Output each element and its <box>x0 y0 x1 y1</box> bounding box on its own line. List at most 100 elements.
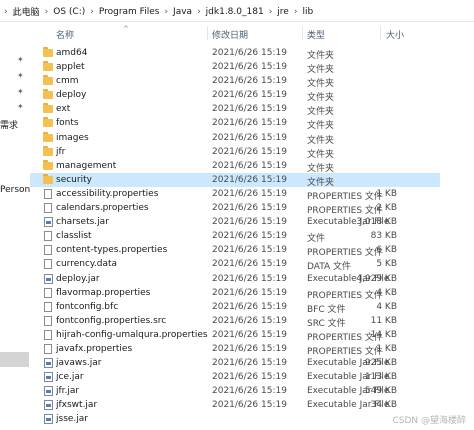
file-row[interactable]: management 2021/6/26 15:19 文件夹 <box>30 159 440 174</box>
file-type: PROPERTIES 文件 <box>307 290 383 301</box>
file-size: 3,018 KB <box>356 217 397 228</box>
file-row[interactable]: fonts 2021/6/26 15:19 文件夹 <box>30 116 440 131</box>
file-size: 11 KB <box>370 315 397 326</box>
file-size: 2 KB <box>376 203 397 214</box>
file-name: jfr.jar <box>56 386 80 397</box>
file-type: 文件夹 <box>307 65 335 76</box>
file-row[interactable]: jfr.jar 2021/6/26 15:19 Executable Jar Fil… <box>30 384 440 398</box>
file-name: jsse.jar <box>56 414 88 425</box>
breadcrumb-item-jdk[interactable]: jdk1.8.0_181 <box>206 7 264 17</box>
file-icon <box>44 315 52 326</box>
column-headers: ^ 名称 修改日期 类型 大小 <box>30 22 474 44</box>
chevron-right-icon[interactable]: › <box>90 7 94 17</box>
file-row[interactable]: content-types.properties 2021/6/26 15:19 P… <box>30 243 440 258</box>
column-divider[interactable] <box>207 26 208 40</box>
file-name: charsets.jar <box>56 217 109 228</box>
chevron-right-icon[interactable]: › <box>294 7 298 17</box>
file-date: 2021/6/26 15:19 <box>212 146 287 157</box>
file-type: BFC 文件 <box>307 304 346 315</box>
file-date: 2021/6/26 15:19 <box>212 245 287 256</box>
breadcrumb-item-jre[interactable]: jre <box>277 7 289 17</box>
folder-icon <box>43 131 53 142</box>
file-row[interactable]: fontconfig.bfc 2021/6/26 15:19 BFC 文件 4 KB <box>30 300 440 315</box>
sort-up-icon: ^ <box>123 25 129 33</box>
file-size: 83 KB <box>370 231 397 242</box>
file-row[interactable]: classlist 2021/6/26 15:19 文件 83 KB <box>30 229 440 244</box>
file-row[interactable]: jfxswt.jar 2021/6/26 15:19 Executable Jar … <box>30 398 440 412</box>
breadcrumb-item-this-pc[interactable]: 此电脑 <box>13 5 40 18</box>
chevron-right-icon[interactable]: › <box>45 7 49 17</box>
file-row[interactable]: amd64 2021/6/26 15:19 文件夹 <box>30 46 440 61</box>
file-row[interactable]: deploy.jar 2021/6/26 15:19 Executable Jar … <box>30 272 440 286</box>
folder-icon <box>43 159 53 170</box>
file-date: 2021/6/26 15:19 <box>212 386 287 397</box>
folder-icon <box>43 61 53 72</box>
column-header-type[interactable]: 类型 <box>307 28 325 41</box>
file-name: flavormap.properties <box>56 287 151 298</box>
file-row[interactable]: jfr 2021/6/26 15:19 文件夹 <box>30 145 440 160</box>
column-divider[interactable] <box>302 26 303 40</box>
file-name: javafx.properties <box>56 343 133 354</box>
file-row[interactable]: fontconfig.properties.src 2021/6/26 15:19… <box>30 314 440 329</box>
file-name: fontconfig.properties.src <box>56 315 167 326</box>
breadcrumb-item-drive[interactable]: OS (C:) <box>53 7 85 17</box>
file-type: 文件夹 <box>307 163 335 174</box>
chevron-right-icon[interactable]: › <box>269 7 273 17</box>
column-header-date[interactable]: 修改日期 <box>212 28 248 41</box>
file-date: 2021/6/26 15:19 <box>212 48 287 58</box>
file-name: currency.data <box>56 259 118 270</box>
file-name: fontconfig.bfc <box>56 301 119 312</box>
file-row[interactable]: cmm 2021/6/26 15:19 文件夹 <box>30 74 440 89</box>
pin-icon[interactable]: ✦ <box>17 72 25 80</box>
address-bar[interactable]: › 此电脑 › OS (C:) › Program Files › Java ›… <box>0 0 474 22</box>
file-row[interactable]: calendars.properties 2021/6/26 15:19 PROPE… <box>30 201 440 217</box>
nav-item-selected[interactable] <box>0 352 29 367</box>
file-row[interactable]: currency.data 2021/6/26 15:19 DATA 文件 5 KB <box>30 257 440 273</box>
file-name: ext <box>56 104 71 115</box>
breadcrumb-item-lib[interactable]: lib <box>302 7 313 17</box>
breadcrumb-item-program-files[interactable]: Program Files <box>99 7 160 17</box>
file-row[interactable]: javaws.jar 2021/6/26 15:19 Executable Jar … <box>30 356 440 370</box>
column-header-size[interactable]: 大小 <box>386 28 404 41</box>
chevron-right-icon: › <box>4 6 8 17</box>
file-date: 2021/6/26 15:19 <box>212 315 287 326</box>
file-type: DATA 文件 <box>307 262 352 273</box>
file-row[interactable]: ext 2021/6/26 15:19 文件夹 <box>30 102 440 117</box>
file-row[interactable]: flavormap.properties 2021/6/26 15:19 PROPE… <box>30 286 440 301</box>
jar-file-icon <box>44 358 53 369</box>
file-date: 2021/6/26 15:19 <box>212 273 287 284</box>
file-icon <box>44 245 52 256</box>
file-row[interactable]: jce.jar 2021/6/26 15:19 Executable Jar Fil… <box>30 370 440 384</box>
file-row[interactable]: images 2021/6/26 15:19 文件夹 <box>30 131 440 146</box>
nav-item-label[interactable]: Persona <box>0 185 30 195</box>
file-row[interactable]: security 2021/6/26 15:19 文件夹 <box>30 172 440 188</box>
pin-icon[interactable]: ✦ <box>17 103 25 111</box>
chevron-right-icon[interactable]: › <box>197 7 201 17</box>
file-row[interactable]: charsets.jar 2021/6/26 15:19 Executable Ja… <box>30 215 440 229</box>
file-icon <box>44 343 52 354</box>
breadcrumb-item-java[interactable]: Java <box>173 7 192 17</box>
file-name: content-types.properties <box>56 245 168 256</box>
jar-file-icon <box>44 372 53 383</box>
file-name: jce.jar <box>56 372 84 383</box>
file-name: deploy.jar <box>56 273 100 284</box>
pin-icon[interactable]: ✦ <box>17 88 25 96</box>
pin-icon[interactable]: ✦ <box>17 56 25 64</box>
file-name: management <box>56 160 117 171</box>
column-header-name[interactable]: 名称 <box>56 28 74 41</box>
file-name: applet <box>56 62 85 73</box>
file-row[interactable]: applet 2021/6/26 15:19 文件夹 <box>30 60 440 76</box>
nav-item-label[interactable]: 需求 <box>0 118 18 131</box>
file-row[interactable]: deploy 2021/6/26 15:19 文件夹 <box>30 88 440 103</box>
file-size: 1 KB <box>376 343 397 354</box>
file-row[interactable]: jsse.jar <box>30 412 440 426</box>
folder-icon <box>43 117 53 128</box>
chevron-right-icon[interactable]: › <box>164 7 168 17</box>
file-name: jfr <box>56 146 66 157</box>
file-name: hijrah-config-umalqura.properties <box>56 329 208 340</box>
file-type: PROPERTIES 文件 <box>307 206 383 217</box>
file-row[interactable]: hijrah-config-umalqura.properties 2021/6/… <box>30 328 440 343</box>
file-row[interactable]: accessibility.properties 2021/6/26 15:19 P… <box>30 187 440 202</box>
column-divider[interactable] <box>380 26 381 40</box>
file-row[interactable]: javafx.properties 2021/6/26 15:19 PROPERTI… <box>30 342 440 357</box>
